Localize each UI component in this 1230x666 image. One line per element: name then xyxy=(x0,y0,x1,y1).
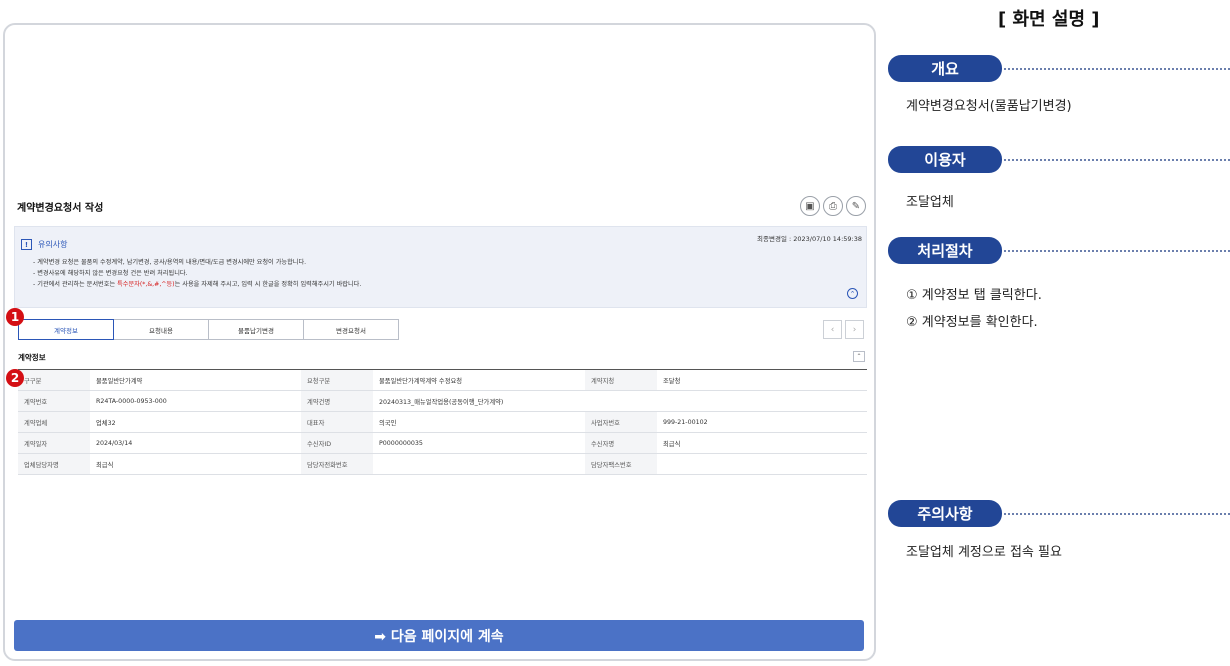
table-header-cell: 업체담당자명 xyxy=(18,453,90,475)
table-header-cell: 계약건명 xyxy=(301,390,373,412)
table-cell: 최급식 xyxy=(657,432,867,454)
notice-line-part: - 기관에서 관리하는 문서번호는 xyxy=(33,281,118,288)
table-header-cell: 계약업체 xyxy=(18,411,90,433)
table-cell: 조달청 xyxy=(657,369,867,391)
procedure-pill: 처리절차 xyxy=(888,237,1002,264)
tab-delivery-change[interactable]: 물품납기변경 xyxy=(208,319,304,340)
print-icon[interactable]: ⎙ xyxy=(823,196,843,216)
notice-line: - 변경사유에 해당하지 않은 변경요청 건은 반려 처리됩니다. xyxy=(33,270,188,277)
page-title: 계약변경요청서 작성 xyxy=(17,203,104,214)
step-marker-1: 1 xyxy=(6,308,24,326)
table-header-cell: 사업자번호 xyxy=(585,411,657,433)
table-cell: 물품일반단가계약계약 수정요청 xyxy=(373,369,585,391)
info-icon: ! xyxy=(21,239,32,250)
table-header-cell: 수신자ID xyxy=(301,432,373,454)
settings-icon[interactable]: ✎ xyxy=(846,196,866,216)
table-header-cell: 대표자 xyxy=(301,411,373,433)
table-header-cell: 수신자명 xyxy=(585,432,657,454)
panel-heading: [ 화면 설명 ] xyxy=(998,9,1100,30)
tab-change-request[interactable]: 변경요청서 xyxy=(303,319,399,340)
tab-request-content[interactable]: 요청내용 xyxy=(113,319,209,340)
tab-contract-info[interactable]: 계약정보 xyxy=(18,319,114,340)
caution-pill: 주의사항 xyxy=(888,500,1002,527)
description-panel: [ 화면 설명 ] 개요 계약변경요청서(물품납기변경) 이용자 조달업체 처리… xyxy=(880,0,1230,666)
table-cell: 2024/03/14 xyxy=(90,432,301,454)
save-icon[interactable]: ▣ xyxy=(800,196,820,216)
step-marker-2: 2 xyxy=(6,369,24,387)
overview-text: 계약변경요청서(물품납기변경) xyxy=(906,99,1072,114)
notice-highlight: 특수문자(*,&,#,^등) xyxy=(117,281,175,288)
divider xyxy=(1004,68,1230,70)
procedure-step-2: ② 계약정보를 확인한다. xyxy=(906,315,1038,330)
contract-info-table: 구구분 물품일반단가계약 요청구분 물품일반단가계약계약 수정요청 계약지청 조… xyxy=(18,369,867,475)
divider xyxy=(1004,513,1230,515)
table-row: 업체담당자명 최급식 담당자전화번호 담당자팩스번호 xyxy=(18,453,867,475)
table-cell xyxy=(373,453,585,475)
table-row: 계약업체 업체32 대표자 의국인 사업자번호 999-21-00102 xyxy=(18,411,867,433)
table-header-cell: 요청구분 xyxy=(301,369,373,391)
table-cell: P0000000035 xyxy=(373,432,585,454)
table-row: 구구분 물품일반단가계약 요청구분 물품일반단가계약계약 수정요청 계약지청 조… xyxy=(18,369,867,391)
notice-lines: - 계약변경 요청은 물품의 수정계약, 납기변경, 공사/용역의 내용/면대/… xyxy=(33,257,361,290)
next-page-button[interactable]: ➡ 다음 페이지에 계속 xyxy=(14,620,864,651)
table-cell: 999-21-00102 xyxy=(657,411,867,433)
table-header-cell: 계약번호 xyxy=(18,390,90,412)
table-cell: 의국인 xyxy=(373,411,585,433)
notice-line: - 계약변경 요청은 물품의 수정계약, 납기변경, 공사/용역의 내용/면대/… xyxy=(33,259,307,266)
notice-line: - 기관에서 관리하는 문서번호는 특수문자(*,&,#,^등)는 사용을 자제… xyxy=(33,279,361,290)
table-header-cell: 계약지청 xyxy=(585,369,657,391)
screen-frame xyxy=(3,23,876,661)
caution-text: 조달업체 계정으로 접속 필요 xyxy=(906,545,1062,560)
section-collapse-icon[interactable]: ⌃ xyxy=(853,351,865,362)
notice-title: ! 유의사항 xyxy=(21,239,67,250)
table-row: 계약번호 R24TA-0000-0953-000 계약건명 20240313_매… xyxy=(18,390,867,412)
tab-bar: 계약정보 요청내용 물품납기변경 변경요청서 xyxy=(18,319,399,340)
procedure-step-1: ① 계약정보 탭 클릭한다. xyxy=(906,288,1042,303)
table-header-cell: 계약일자 xyxy=(18,432,90,454)
table-cell: R24TA-0000-0953-000 xyxy=(90,390,301,412)
chevron-right-icon[interactable]: › xyxy=(845,320,864,339)
tab-nav: ‹ › xyxy=(823,320,864,339)
table-cell: 업체32 xyxy=(90,411,301,433)
overview-pill: 개요 xyxy=(888,55,1002,82)
notice-title-label: 유의사항 xyxy=(38,240,68,249)
section-title: 계약정보 xyxy=(18,353,46,362)
toolbar: ▣ ⎙ ✎ xyxy=(800,196,866,216)
table-header-cell: 구구분 xyxy=(18,369,90,391)
table-header-cell: 담당자전화번호 xyxy=(301,453,373,475)
table-cell: 물품일반단가계약 xyxy=(90,369,301,391)
user-pill: 이용자 xyxy=(888,146,1002,173)
last-updated: 최종변경일 : 2023/07/10 14:59:38 xyxy=(757,235,862,243)
table-cell: 20240313_매뉴얼작업용(공동이행_단가계약) xyxy=(373,390,867,412)
divider xyxy=(1004,250,1230,252)
chevron-left-icon[interactable]: ‹ xyxy=(823,320,842,339)
table-cell: 최급식 xyxy=(90,453,301,475)
notice-box: ! 유의사항 최종변경일 : 2023/07/10 14:59:38 - 계약변… xyxy=(14,226,867,308)
table-header-cell: 담당자팩스번호 xyxy=(585,453,657,475)
table-cell xyxy=(657,453,867,475)
chevron-up-icon[interactable]: ⌃ xyxy=(847,288,858,299)
user-text: 조달업체 xyxy=(906,195,954,210)
divider xyxy=(1004,159,1230,161)
notice-line-part: 는 사용을 자제해 주시고, 입력 시 한글을 정확히 입력해주시기 바랍니다. xyxy=(174,281,362,288)
table-row: 계약일자 2024/03/14 수신자ID P0000000035 수신자명 최… xyxy=(18,432,867,454)
